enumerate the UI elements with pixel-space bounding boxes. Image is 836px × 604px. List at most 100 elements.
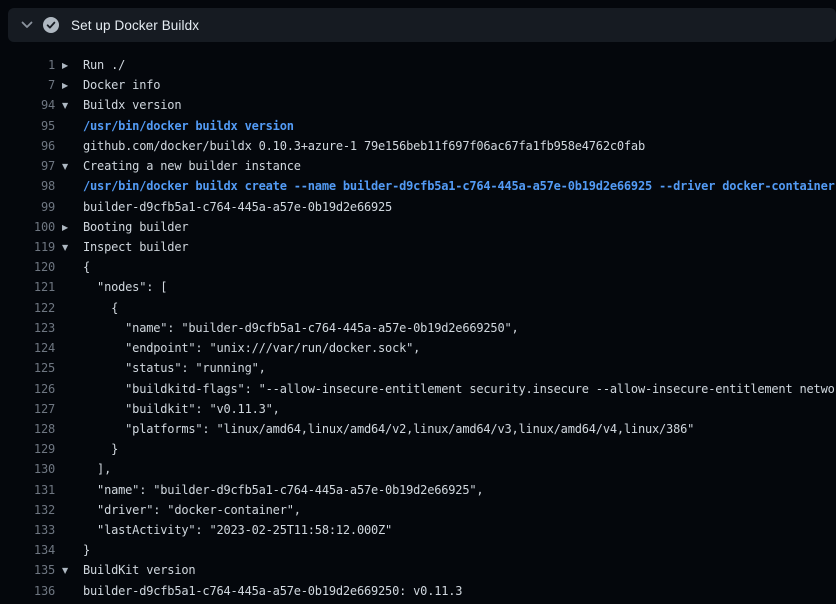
log-line-content: "status": "running", xyxy=(55,358,266,378)
log-line-content: } xyxy=(55,439,118,459)
log-row: 124 "endpoint": "unix:///var/run/docker.… xyxy=(0,338,836,358)
log-line-content: "endpoint": "unix:///var/run/docker.sock… xyxy=(55,338,420,358)
log-line-content[interactable]: ▶Booting builder xyxy=(55,217,188,237)
line-number[interactable]: 134 xyxy=(0,540,55,560)
log-group-header[interactable]: 135▼BuildKit version xyxy=(0,560,836,580)
caret-collapsed-icon: ▶ xyxy=(62,56,83,75)
line-number[interactable]: 1 xyxy=(0,55,55,75)
line-number[interactable]: 124 xyxy=(0,338,55,358)
line-number[interactable]: 100 xyxy=(0,217,55,237)
log-text: Booting builder xyxy=(83,220,188,234)
log-text: { xyxy=(83,260,90,274)
log-line-content: github.com/docker/buildx 0.10.3+azure-1 … xyxy=(55,136,645,156)
log-text: Run ./ xyxy=(83,58,125,72)
line-number[interactable]: 132 xyxy=(0,500,55,520)
log-line-content[interactable]: ▼Inspect builder xyxy=(55,237,188,257)
line-number[interactable]: 135 xyxy=(0,560,55,580)
line-number[interactable]: 129 xyxy=(0,439,55,459)
log-text: "driver": "docker-container", xyxy=(83,503,301,517)
log-text: "nodes": [ xyxy=(83,280,167,294)
log-group-header[interactable]: 94▼Buildx version xyxy=(0,95,836,115)
caret-collapsed-icon: ▶ xyxy=(62,218,83,237)
line-number[interactable]: 99 xyxy=(0,197,55,217)
line-number[interactable]: 7 xyxy=(0,75,55,95)
step-header[interactable]: Set up Docker Buildx xyxy=(8,8,836,42)
line-number[interactable]: 95 xyxy=(0,116,55,136)
log-text: Docker info xyxy=(83,78,160,92)
log-line-content: { xyxy=(55,298,118,318)
log-text: "name": "builder-d9cfb5a1-c764-445a-a57e… xyxy=(83,321,519,335)
log-line-content: } xyxy=(55,540,90,560)
log-text: ], xyxy=(83,462,111,476)
line-number[interactable]: 133 xyxy=(0,520,55,540)
log-group-header[interactable]: 97▼Creating a new builder instance xyxy=(0,156,836,176)
log-line-content: "nodes": [ xyxy=(55,277,167,297)
log-row: 120 { xyxy=(0,257,836,277)
log-line-content: { xyxy=(55,257,90,277)
log-line-content[interactable]: ▼Creating a new builder instance xyxy=(55,156,301,176)
log-text: "name": "builder-d9cfb5a1-c764-445a-a57e… xyxy=(83,483,483,497)
line-number[interactable]: 130 xyxy=(0,459,55,479)
log-line-content: "buildkit": "v0.11.3", xyxy=(55,399,280,419)
log-text: "status": "running", xyxy=(83,361,266,375)
log-row: 121 "nodes": [ xyxy=(0,277,836,297)
line-number[interactable]: 136 xyxy=(0,581,55,601)
log-line-content[interactable]: ▼BuildKit version xyxy=(55,560,195,580)
log-line-content: "buildkitd-flags": "--allow-insecure-ent… xyxy=(55,379,836,399)
line-number[interactable]: 96 xyxy=(0,136,55,156)
log-text: { xyxy=(83,301,118,315)
caret-expanded-icon: ▼ xyxy=(62,157,83,176)
log-text: "lastActivity": "2023-02-25T11:58:12.000… xyxy=(83,523,392,537)
line-number[interactable]: 94 xyxy=(0,95,55,115)
line-number[interactable]: 126 xyxy=(0,379,55,399)
log-text: Buildx version xyxy=(83,98,181,112)
log-text: /usr/bin/docker buildx version xyxy=(83,119,294,133)
line-number[interactable]: 122 xyxy=(0,298,55,318)
log-text: } xyxy=(83,442,118,456)
line-number[interactable]: 123 xyxy=(0,318,55,338)
log-line-content: "name": "builder-d9cfb5a1-c764-445a-a57e… xyxy=(55,480,483,500)
log-group-header[interactable]: 7▶Docker info xyxy=(0,75,836,95)
line-number[interactable]: 97 xyxy=(0,156,55,176)
line-number[interactable]: 120 xyxy=(0,257,55,277)
chevron-down-icon[interactable] xyxy=(20,19,34,31)
line-number[interactable]: 121 xyxy=(0,277,55,297)
log-row: 125 "status": "running", xyxy=(0,358,836,378)
log-line-content: ], xyxy=(55,459,111,479)
log-text: "platforms": "linux/amd64,linux/amd64/v2… xyxy=(83,422,694,436)
line-number[interactable]: 125 xyxy=(0,358,55,378)
log-line-content[interactable]: ▶Run ./ xyxy=(55,55,125,75)
log-text: /usr/bin/docker buildx create --name bui… xyxy=(83,179,835,193)
log-row: 136builder-d9cfb5a1-c764-445a-a57e-0b19d… xyxy=(0,581,836,601)
log-line-content[interactable]: ▼Buildx version xyxy=(55,95,181,115)
log-line-content: "driver": "docker-container", xyxy=(55,500,301,520)
log-text: Inspect builder xyxy=(83,240,188,254)
step-title: Set up Docker Buildx xyxy=(71,18,199,33)
log-row: 127 "buildkit": "v0.11.3", xyxy=(0,399,836,419)
log-row: 123 "name": "builder-d9cfb5a1-c764-445a-… xyxy=(0,318,836,338)
caret-collapsed-icon: ▶ xyxy=(62,76,83,95)
log-line-content[interactable]: ▶Docker info xyxy=(55,75,160,95)
log-row: 99 builder-d9cfb5a1-c764-445a-a57e-0b19d2… xyxy=(0,197,836,217)
log-group-header[interactable]: 119▼Inspect builder xyxy=(0,237,836,257)
log-group-header[interactable]: 1▶Run ./ xyxy=(0,55,836,75)
log-row: 134} xyxy=(0,540,836,560)
log-text: github.com/docker/buildx 0.10.3+azure-1 … xyxy=(83,139,645,153)
log-group-header[interactable]: 100▶Booting builder xyxy=(0,217,836,237)
log-row: 131 "name": "builder-d9cfb5a1-c764-445a-… xyxy=(0,480,836,500)
log-line-content: "name": "builder-d9cfb5a1-c764-445a-a57e… xyxy=(55,318,519,338)
log-line-content: builder-d9cfb5a1-c764-445a-a57e-0b19d2e6… xyxy=(55,581,462,601)
log-line-content: builder-d9cfb5a1-c764-445a-a57e-0b19d2e6… xyxy=(55,197,392,217)
line-number[interactable]: 131 xyxy=(0,480,55,500)
line-number[interactable]: 98 xyxy=(0,176,55,196)
line-number[interactable]: 128 xyxy=(0,419,55,439)
log-text: BuildKit version xyxy=(83,563,195,577)
log-row: 132 "driver": "docker-container", xyxy=(0,500,836,520)
caret-expanded-icon: ▼ xyxy=(62,96,83,115)
log-row: 133 "lastActivity": "2023-02-25T11:58:12… xyxy=(0,520,836,540)
log-line-content: /usr/bin/docker buildx create --name bui… xyxy=(55,176,835,196)
log-line-content: /usr/bin/docker buildx version xyxy=(55,116,294,136)
line-number[interactable]: 127 xyxy=(0,399,55,419)
log-text: builder-d9cfb5a1-c764-445a-a57e-0b19d2e6… xyxy=(83,200,392,214)
line-number[interactable]: 119 xyxy=(0,237,55,257)
